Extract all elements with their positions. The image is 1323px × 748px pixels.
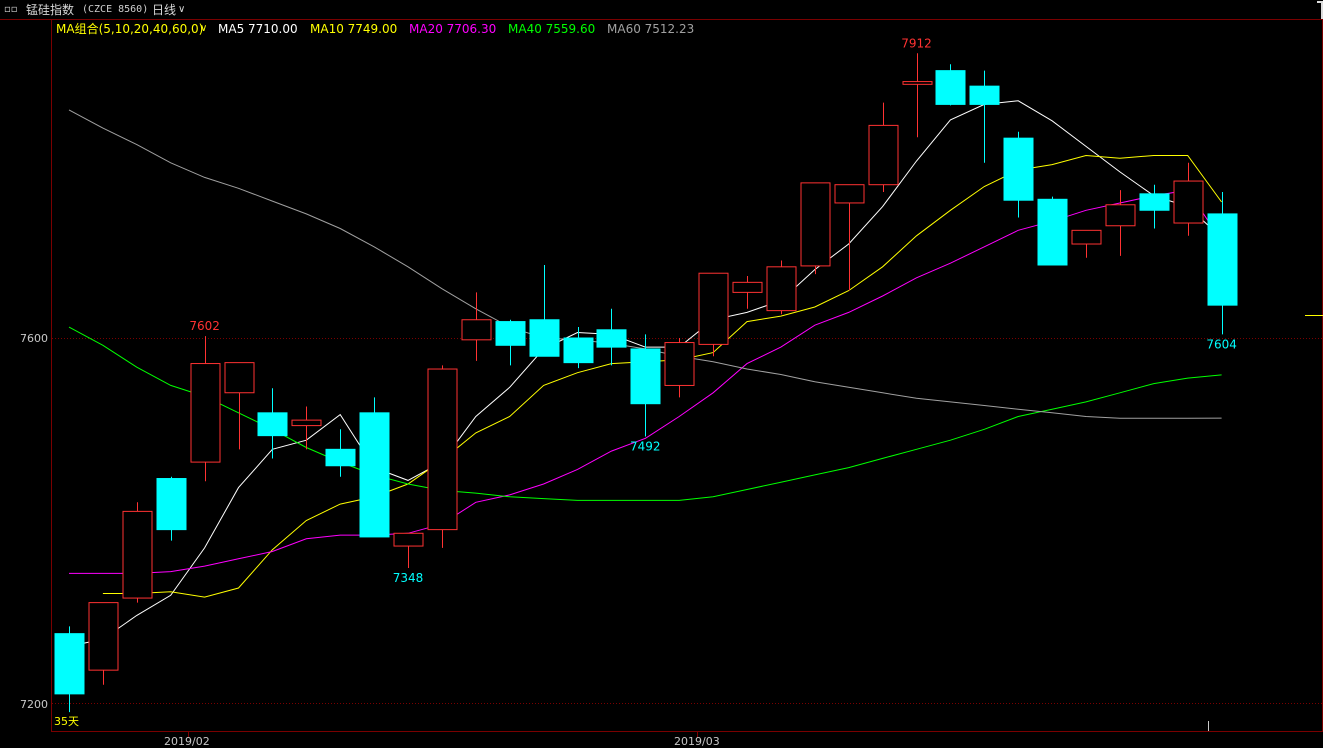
candle bbox=[156, 476, 187, 541]
corner-label: 35天 bbox=[54, 715, 79, 728]
candle bbox=[122, 502, 153, 603]
candle-body-up bbox=[1105, 204, 1136, 227]
candle bbox=[257, 388, 288, 459]
candle bbox=[190, 336, 221, 482]
candle-body-down bbox=[359, 412, 390, 538]
candle-body-up bbox=[461, 319, 492, 341]
candle bbox=[969, 70, 1000, 163]
candle bbox=[1105, 190, 1136, 256]
candle-body-down bbox=[1207, 213, 1238, 306]
candle bbox=[732, 275, 763, 309]
candle-body-up bbox=[902, 81, 933, 85]
candle-body-down bbox=[1037, 198, 1068, 266]
candle-body-down bbox=[257, 412, 288, 437]
candle-body-down bbox=[935, 70, 966, 105]
candle-body-down bbox=[1003, 137, 1034, 201]
candle bbox=[1071, 229, 1102, 258]
candle bbox=[1207, 192, 1238, 335]
candle bbox=[88, 602, 119, 685]
candle-body-up bbox=[732, 281, 763, 293]
candle bbox=[359, 397, 390, 538]
candle bbox=[1173, 162, 1204, 236]
candle bbox=[495, 319, 526, 366]
candle bbox=[800, 182, 831, 275]
candle bbox=[54, 626, 85, 713]
candle-body-down bbox=[529, 319, 560, 357]
x-tick-label: 2019/02 bbox=[164, 735, 210, 748]
candle-body-up bbox=[427, 368, 458, 531]
candle-body-up bbox=[698, 272, 729, 345]
candle bbox=[902, 53, 933, 138]
candle-body-up bbox=[122, 510, 153, 599]
candle bbox=[393, 532, 424, 568]
candle-body-down bbox=[54, 633, 85, 695]
low-price-label: 7348 bbox=[393, 571, 424, 585]
candle bbox=[935, 64, 966, 106]
candle-body-down bbox=[630, 348, 661, 405]
candle-body-up bbox=[224, 362, 255, 394]
low-price-label: 7492 bbox=[630, 440, 661, 454]
candle-body-down bbox=[969, 85, 1000, 105]
candle-body-up bbox=[868, 124, 899, 186]
candle bbox=[224, 362, 255, 450]
candle bbox=[529, 265, 560, 357]
candle-body-up bbox=[88, 602, 119, 671]
candle-body-down bbox=[596, 329, 627, 348]
high-price-label: 7602 bbox=[189, 319, 220, 333]
x-tick-label: 2019/03 bbox=[674, 735, 720, 748]
candle bbox=[1139, 184, 1170, 229]
candle bbox=[698, 272, 729, 357]
candle-body-up bbox=[800, 182, 831, 267]
candle bbox=[1037, 196, 1068, 266]
candlestick-chart: 7600 7200 2019/02 2019/03 35天 7912 7602 73… bbox=[20, 20, 1323, 748]
candle-body-up bbox=[1173, 180, 1204, 224]
candle-body-up bbox=[664, 342, 695, 386]
candle-body-down bbox=[495, 321, 526, 346]
chart-window: ▫▫ 锰硅指数 (CZCE 8560) 日线 ∨ MA组合(5,10,20,40… bbox=[0, 0, 1323, 748]
candle bbox=[1003, 131, 1034, 218]
candle bbox=[630, 334, 661, 437]
candle bbox=[325, 429, 356, 477]
candle bbox=[427, 365, 458, 548]
candle-body-down bbox=[1139, 193, 1170, 211]
candle bbox=[596, 308, 627, 366]
candle-body-up bbox=[766, 266, 797, 312]
candle-body-up bbox=[1071, 229, 1102, 245]
low-price-label: 7604 bbox=[1206, 337, 1237, 351]
candle-body-up bbox=[834, 184, 865, 204]
candle-body-up bbox=[393, 532, 424, 547]
y-tick-label: 7600 bbox=[20, 332, 48, 345]
candle-body-down bbox=[563, 337, 594, 364]
candle bbox=[868, 102, 899, 192]
candle-body-down bbox=[156, 478, 187, 531]
candle bbox=[664, 338, 695, 398]
candle-body-up bbox=[291, 419, 322, 427]
candle bbox=[766, 260, 797, 315]
y-tick-label: 7200 bbox=[20, 698, 48, 711]
candle-body-up bbox=[190, 363, 221, 463]
candle-body-down bbox=[325, 448, 356, 467]
high-price-label: 7912 bbox=[901, 36, 932, 50]
candle bbox=[834, 184, 865, 291]
